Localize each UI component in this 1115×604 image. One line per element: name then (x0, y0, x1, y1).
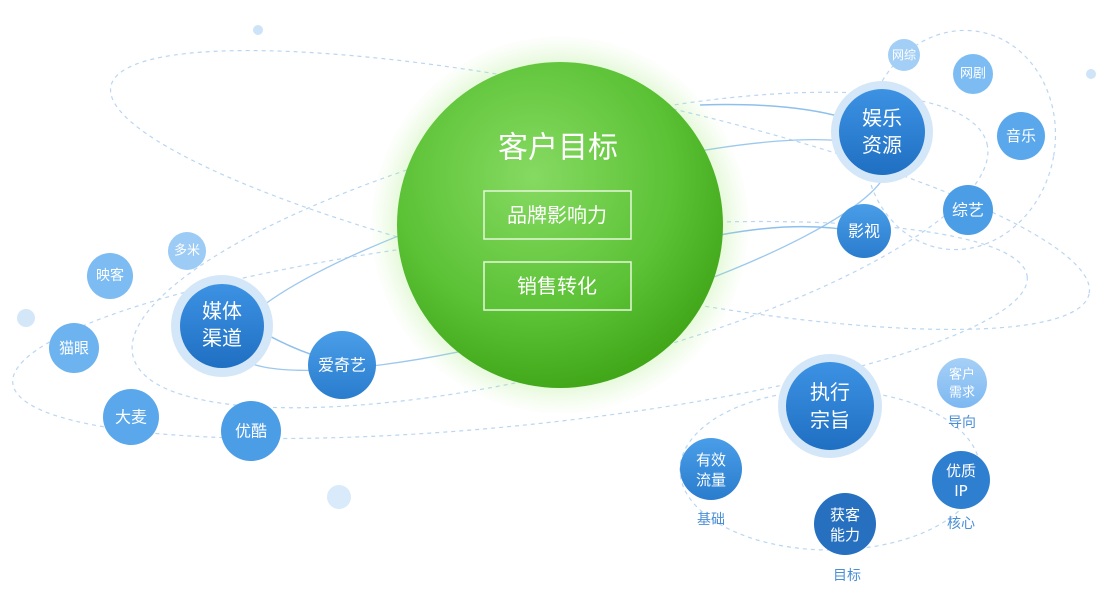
node-aiqiyi-label: 爱奇艺 (318, 356, 366, 375)
node-traffic (680, 438, 742, 500)
node-damai-label: 大麦 (115, 408, 147, 427)
entertainment-hub (839, 89, 925, 175)
node-ip (932, 451, 990, 509)
execution-hub-line1: 执行 (810, 380, 850, 404)
decor-dot (1086, 69, 1096, 79)
node-maoyan-label: 猫眼 (59, 339, 89, 357)
node-acquire (814, 493, 876, 555)
execution-hub (786, 362, 874, 450)
node-duomi-label: 多米 (174, 243, 200, 259)
node-acquire-line1: 获客 (830, 506, 860, 524)
node-acquire-line2: 能力 (830, 526, 860, 544)
diagram-svg: 客户目标 品牌影响力 销售转化 媒体 渠道 爱奇艺 优酷 大麦 猫眼 映客 多米… (12, 25, 1096, 584)
node-traffic-line1: 有效 (696, 451, 726, 469)
media-hub-line1: 媒体 (202, 299, 242, 323)
node-ip-line2: IP (954, 482, 967, 500)
node-yinyue-label: 音乐 (1006, 127, 1036, 145)
decor-dot (17, 309, 35, 327)
node-traffic-caption: 基础 (697, 511, 725, 528)
center-item-sales: 销售转化 (517, 274, 597, 298)
center-title: 客户目标 (498, 131, 618, 166)
node-wangzong-label: 网综 (892, 48, 916, 62)
node-zongyi-label: 综艺 (952, 201, 984, 220)
entertainment-hub-line1: 娱乐 (862, 106, 902, 130)
entertainment-cluster: 娱乐 资源 影视 综艺 音乐 网剧 网综 (831, 39, 1045, 258)
execution-cluster: 执行 宗旨 有效 流量 基础 获客 能力 目标 优质 IP 核心 客户 需求 导… (680, 354, 990, 584)
node-acquire-caption: 目标 (833, 568, 861, 584)
media-cluster: 媒体 渠道 爱奇艺 优酷 大麦 猫眼 映客 多米 (49, 232, 376, 461)
node-traffic-line2: 流量 (696, 471, 726, 489)
node-ip-caption: 核心 (947, 516, 975, 532)
entertainment-hub-line2: 资源 (862, 133, 902, 157)
node-demand (937, 358, 987, 408)
center-target-group: 客户目标 品牌影响力 销售转化 (370, 35, 750, 415)
node-youku-label: 优酷 (235, 422, 267, 441)
node-yingke-label: 映客 (96, 267, 124, 284)
diagram-canvas: 客户目标 品牌影响力 销售转化 媒体 渠道 爱奇艺 优酷 大麦 猫眼 映客 多米… (0, 0, 1115, 600)
node-demand-line1: 客户 (949, 367, 975, 383)
center-item-brand: 品牌影响力 (507, 203, 607, 227)
node-yingshi-label: 影视 (848, 222, 880, 241)
node-wangju-label: 网剧 (960, 67, 986, 82)
node-ip-line1: 优质 (946, 462, 976, 480)
decor-dot (327, 485, 351, 509)
media-hub-line2: 渠道 (202, 326, 242, 350)
node-demand-line2: 需求 (949, 386, 975, 401)
decor-dot (253, 25, 263, 35)
execution-hub-line2: 宗旨 (810, 408, 850, 432)
node-demand-caption: 导向 (948, 415, 976, 431)
